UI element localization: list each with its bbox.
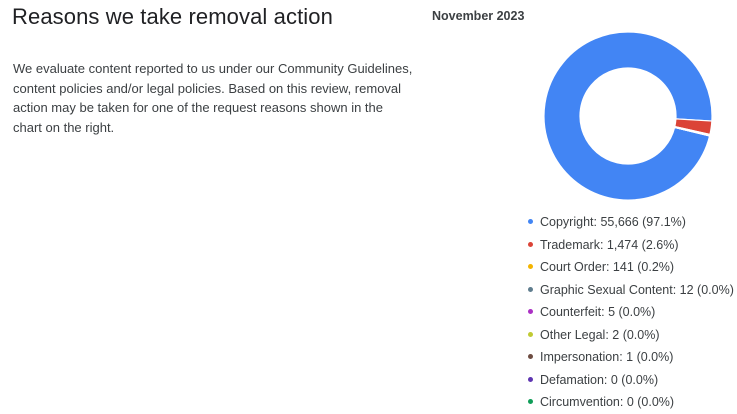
page-title: Reasons we take removal action <box>12 4 333 29</box>
legend-label: Copyright: 55,666 (97.1%) <box>540 215 686 229</box>
slice-copyright[interactable] <box>543 31 713 201</box>
legend-item-copyright: Copyright: 55,666 (97.1%) <box>528 211 734 234</box>
legend-item-impersonation: Impersonation: 1 (0.0%) <box>528 346 734 369</box>
legend-item-trademark: Trademark: 1,474 (2.6%) <box>528 234 734 257</box>
description-text: We evaluate content reported to us under… <box>13 61 413 135</box>
chart-legend: Copyright: 55,666 (97.1%) Trademark: 1,47… <box>528 211 734 414</box>
chart-period-label: November 2023 <box>432 9 525 23</box>
legend-item-graphic-sexual-content: Graphic Sexual Content: 12 (0.0%) <box>528 279 734 302</box>
legend-dot-icon <box>528 376 533 382</box>
legend-label: Graphic Sexual Content: 12 (0.0%) <box>540 282 734 297</box>
legend-label: Counterfeit: 5 (0.0%) <box>540 305 656 319</box>
legend-dot-icon <box>528 219 533 225</box>
legend-dot-icon <box>528 286 533 292</box>
legend-item-court-order: Court Order: 141 (0.2%) <box>528 256 734 279</box>
legend-dot-icon <box>528 354 533 360</box>
legend-label: Other Legal: 2 (0.0%) <box>540 327 660 342</box>
legend-label: Circumvention: 0 (0.0%) <box>540 395 675 409</box>
legend-label: Trademark: 1,474 (2.6%) <box>540 237 679 252</box>
legend-dot-icon <box>528 399 533 405</box>
legend-dot-icon <box>528 264 533 270</box>
legend-dot-icon <box>528 331 533 337</box>
legend-label: Court Order: 141 (0.2%) <box>540 260 675 274</box>
legend-label: Defamation: 0 (0.0%) <box>540 372 659 387</box>
donut-chart <box>543 31 713 201</box>
legend-item-counterfeit: Counterfeit: 5 (0.0%) <box>528 301 734 324</box>
legend-label: Impersonation: 1 (0.0%) <box>540 350 674 364</box>
legend-item-defamation: Defamation: 0 (0.0%) <box>528 369 734 392</box>
legend-item-circumvention: Circumvention: 0 (0.0%) <box>528 391 734 414</box>
legend-dot-icon <box>528 309 533 315</box>
legend-item-other-legal: Other Legal: 2 (0.0%) <box>528 324 734 347</box>
legend-dot-icon <box>528 241 533 247</box>
